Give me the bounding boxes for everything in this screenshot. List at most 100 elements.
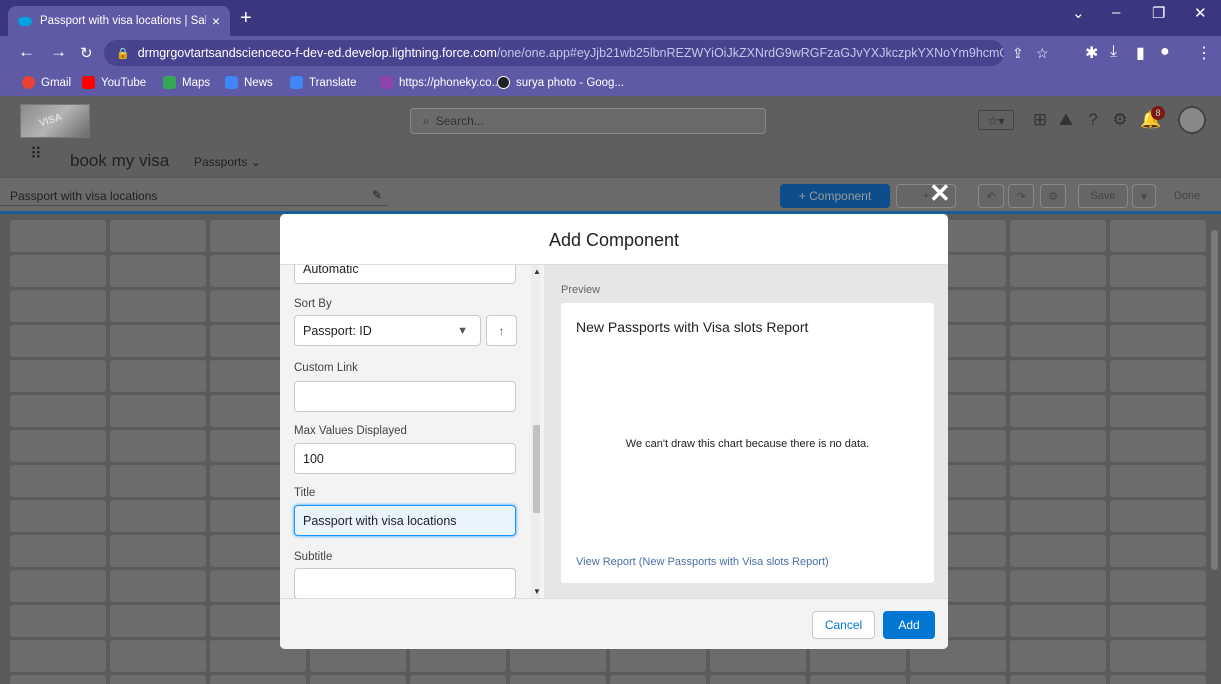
global-search-input[interactable]: ⌕ Search... xyxy=(410,108,766,134)
extensions-icon[interactable]: ✱ xyxy=(1085,43,1098,63)
page-name-field[interactable]: Passport with visa locations xyxy=(0,186,388,206)
scrollbar-thumb[interactable] xyxy=(1211,230,1218,570)
canvas-cell xyxy=(1110,535,1206,567)
cancel-button[interactable]: Cancel xyxy=(812,611,875,639)
salesforce-cloud-icon xyxy=(18,16,32,26)
title-input[interactable]: Passport with visa locations xyxy=(294,505,516,536)
sort-direction-button[interactable]: ↑ xyxy=(486,315,517,346)
url-field[interactable]: 🔒 drmgrgovtartsandscienceco-f-dev-ed.dev… xyxy=(104,40,1004,66)
canvas-cell xyxy=(1010,465,1106,497)
bookmark-label: YouTube xyxy=(101,76,147,89)
canvas-cell xyxy=(1110,640,1206,672)
avatar[interactable] xyxy=(1178,106,1206,134)
nav-item-label: Passports xyxy=(194,155,248,169)
bookmark-label: surya photo - Goog... xyxy=(516,76,625,89)
help-icon[interactable]: ? xyxy=(1083,110,1103,130)
nav-item-passports[interactable]: Passports ⌄ xyxy=(194,155,261,169)
profile-icon[interactable]: ● xyxy=(1160,43,1170,61)
app-launcher-icon[interactable]: ⠿ xyxy=(30,147,52,163)
tab-search-icon[interactable]: ⌄ xyxy=(1072,4,1085,22)
url-host: drmgrgovtartsandscienceco-f-dev-ed.devel… xyxy=(137,46,497,60)
tab-close-icon[interactable]: × xyxy=(212,13,220,29)
new-tab-button[interactable]: + xyxy=(240,7,252,30)
no-data-message: We can't draw this chart because there i… xyxy=(625,438,870,450)
setup-gear-icon[interactable]: ⚙ xyxy=(1110,110,1130,130)
share-icon[interactable]: ⇪ xyxy=(1012,45,1024,62)
bookmark-phoneky[interactable]: https://phoneky.co... xyxy=(380,76,501,89)
redo-icon[interactable]: ↷ xyxy=(1008,184,1034,208)
title-label: Title xyxy=(294,487,316,499)
bookmark-translate[interactable]: Translate xyxy=(290,76,357,89)
canvas-cell xyxy=(710,675,806,684)
canvas-cell xyxy=(1010,430,1106,462)
forward-icon[interactable]: → xyxy=(50,42,67,62)
chevron-down-icon[interactable]: ⌄ xyxy=(251,155,261,169)
browser-tab[interactable]: Passport with visa locations | Sale × xyxy=(8,6,230,36)
side-panel-icon[interactable]: ▮ xyxy=(1136,43,1145,63)
canvas-cell xyxy=(1010,290,1106,322)
bookmark-gmail[interactable]: Gmail xyxy=(22,76,71,89)
display-units-field[interactable]: Automatic xyxy=(294,265,516,284)
preview-pane: Preview New Passports with Visa slots Re… xyxy=(544,265,948,598)
properties-scrollbar[interactable]: ▲ ▼ xyxy=(531,265,540,598)
bookmark-surya-photo[interactable]: surya photo - Goog... xyxy=(497,76,624,89)
scroll-down-arrow-icon[interactable]: ▼ xyxy=(533,587,540,596)
global-actions-icon[interactable]: ⊞ xyxy=(1030,110,1050,130)
canvas-cell xyxy=(1010,675,1106,684)
visa-logo[interactable]: VISA xyxy=(20,104,90,138)
settings-gear-icon[interactable]: ⚙ xyxy=(1040,184,1066,208)
view-report-link[interactable]: View Report (New Passports with Visa slo… xyxy=(576,556,829,568)
page-scrollbar[interactable] xyxy=(1208,218,1221,684)
google-icon xyxy=(22,76,35,89)
modal-title: Add Component xyxy=(280,214,948,265)
reload-icon[interactable]: ↻ xyxy=(80,44,93,62)
add-button[interactable]: Add xyxy=(883,611,935,639)
bookmark-maps[interactable]: Maps xyxy=(163,76,210,89)
pencil-icon[interactable]: ✎ xyxy=(372,188,382,202)
canvas-cell xyxy=(110,675,206,684)
custom-link-input[interactable] xyxy=(294,381,516,412)
canvas-cell xyxy=(1010,535,1106,567)
favorites-star-icon[interactable]: ☆▾ xyxy=(978,110,1014,130)
canvas-cell xyxy=(310,675,406,684)
subtitle-input[interactable] xyxy=(294,568,516,598)
canvas-cell xyxy=(1110,290,1206,322)
sort-by-label: Sort By xyxy=(294,298,332,310)
canvas-cell xyxy=(10,220,106,252)
add-component-button[interactable]: + Component xyxy=(780,184,890,208)
canvas-cell xyxy=(1010,220,1106,252)
bookmark-youtube[interactable]: YouTube xyxy=(82,76,146,89)
canvas-cell xyxy=(110,465,206,497)
sort-by-value: Passport: ID xyxy=(303,323,372,338)
download-icon[interactable]: ⤓ xyxy=(1110,43,1117,61)
canvas-cell xyxy=(110,255,206,287)
sort-by-select[interactable]: Passport: ID ▼ xyxy=(294,315,481,346)
done-button[interactable]: Done xyxy=(1174,190,1200,202)
canvas-cell xyxy=(1010,255,1106,287)
canvas-cell xyxy=(1110,605,1206,637)
scroll-up-arrow-icon[interactable]: ▲ xyxy=(533,267,540,276)
canvas-cell xyxy=(10,535,106,567)
bookmark-news[interactable]: News xyxy=(225,76,273,89)
close-icon[interactable]: ✕ xyxy=(929,178,951,209)
save-menu-chevron-icon[interactable]: ▾ xyxy=(1132,184,1156,208)
trailhead-icon[interactable]: ⛰ xyxy=(1056,110,1076,130)
browser-menu-icon[interactable]: ⋮ xyxy=(1196,43,1212,63)
lightning-app-builder-bar: Passport with visa locations ✎ + Compone… xyxy=(0,178,1221,214)
minimize-icon[interactable]: – xyxy=(1112,4,1120,21)
bookmark-label: https://phoneky.co... xyxy=(399,76,502,89)
restore-icon[interactable]: ❐ xyxy=(1152,4,1165,22)
modal-body: Automatic Sort By Passport: ID ▼ ↑ Custo… xyxy=(280,265,948,598)
canvas-cell xyxy=(10,500,106,532)
canvas-cell xyxy=(10,290,106,322)
window-close-icon[interactable]: ✕ xyxy=(1194,4,1207,22)
bookmark-star-icon[interactable]: ☆ xyxy=(1036,45,1049,62)
back-icon[interactable]: ← xyxy=(18,42,35,62)
save-button[interactable]: Save xyxy=(1078,184,1128,208)
scrollbar-thumb[interactable] xyxy=(533,425,540,513)
undo-icon[interactable]: ↶ xyxy=(978,184,1004,208)
max-values-input[interactable]: 100 xyxy=(294,443,516,474)
canvas-cell xyxy=(110,220,206,252)
canvas-cell xyxy=(1010,605,1106,637)
canvas-cell xyxy=(110,430,206,462)
